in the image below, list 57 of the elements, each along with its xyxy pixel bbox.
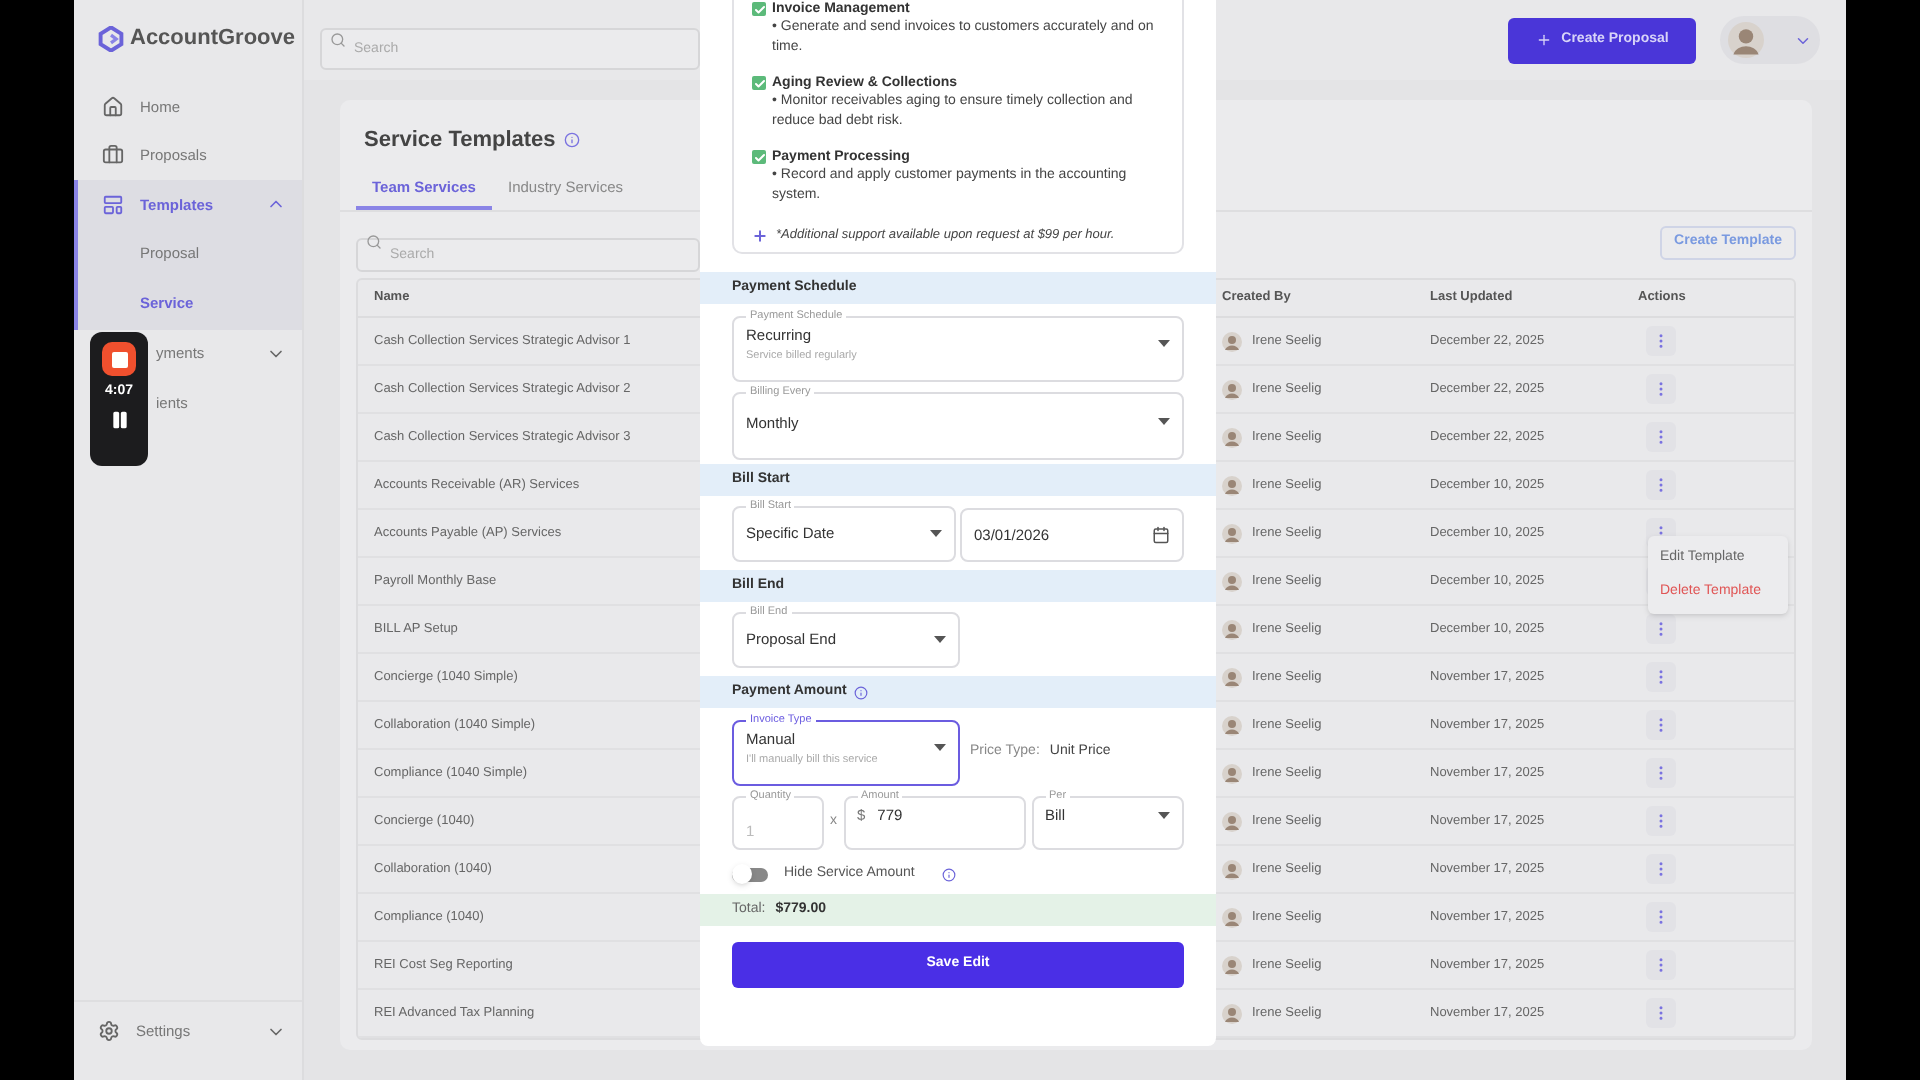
plus-icon	[752, 227, 768, 244]
avatar-icon	[1222, 427, 1242, 447]
calendar-icon	[1152, 526, 1170, 544]
avatar-icon	[1222, 715, 1242, 735]
more-actions-button[interactable]	[1646, 998, 1676, 1028]
stop-recording-button[interactable]	[102, 342, 136, 376]
search-icon	[366, 234, 382, 250]
info-icon	[854, 685, 869, 699]
avatar-icon	[1222, 475, 1242, 495]
profile-menu-button[interactable]	[1720, 16, 1820, 64]
caret-icon	[930, 529, 942, 538]
caret-icon	[1158, 811, 1170, 820]
more-actions-button[interactable]	[1646, 950, 1676, 980]
avatar-icon	[1222, 811, 1242, 831]
avatar-icon	[1222, 379, 1242, 399]
template-icon	[102, 193, 124, 216]
more-actions-button[interactable]	[1646, 710, 1676, 740]
avatar-icon	[1222, 571, 1242, 591]
more-actions-button[interactable]	[1646, 902, 1676, 932]
caret-icon	[934, 744, 946, 752]
checkbox[interactable]	[752, 2, 766, 16]
settings-icon	[98, 1020, 120, 1042]
more-actions-button[interactable]	[1646, 470, 1676, 500]
pause-icon[interactable]	[109, 409, 129, 429]
caret-icon	[934, 635, 946, 644]
info-icon	[942, 867, 957, 881]
toggle-switch[interactable]	[732, 867, 768, 881]
avatar-icon	[1222, 667, 1242, 687]
search-icon	[330, 32, 346, 48]
checkbox[interactable]	[752, 76, 766, 90]
avatar-icon	[1222, 619, 1242, 639]
avatar-icon	[1222, 763, 1242, 783]
more-actions-button[interactable]	[1646, 422, 1676, 452]
plus-icon	[1535, 32, 1552, 48]
more-actions-button[interactable]	[1646, 854, 1676, 884]
home-icon	[102, 95, 124, 118]
info-icon	[563, 132, 580, 149]
more-actions-button[interactable]	[1646, 326, 1676, 356]
avatar-icon	[1222, 907, 1242, 927]
checkbox[interactable]	[752, 150, 766, 164]
more-actions-button[interactable]	[1646, 614, 1676, 644]
avatar-icon	[1222, 859, 1242, 879]
app-logo-text: AccountGroove	[130, 23, 296, 54]
more-actions-button[interactable]	[1646, 374, 1676, 404]
avatar-icon	[1222, 1003, 1242, 1023]
more-actions-button[interactable]	[1646, 662, 1676, 692]
caret-icon	[1158, 340, 1170, 348]
logo-icon	[98, 25, 124, 51]
avatar-icon	[1222, 955, 1242, 975]
more-actions-button[interactable]	[1646, 758, 1676, 788]
briefcase-icon	[102, 144, 124, 167]
avatar-icon	[1222, 523, 1242, 543]
more-actions-button[interactable]	[1646, 806, 1676, 836]
avatar-icon	[1728, 22, 1764, 58]
page-title: Service Templates	[364, 126, 556, 156]
avatar-icon	[1222, 331, 1242, 351]
caret-icon	[1158, 418, 1170, 427]
